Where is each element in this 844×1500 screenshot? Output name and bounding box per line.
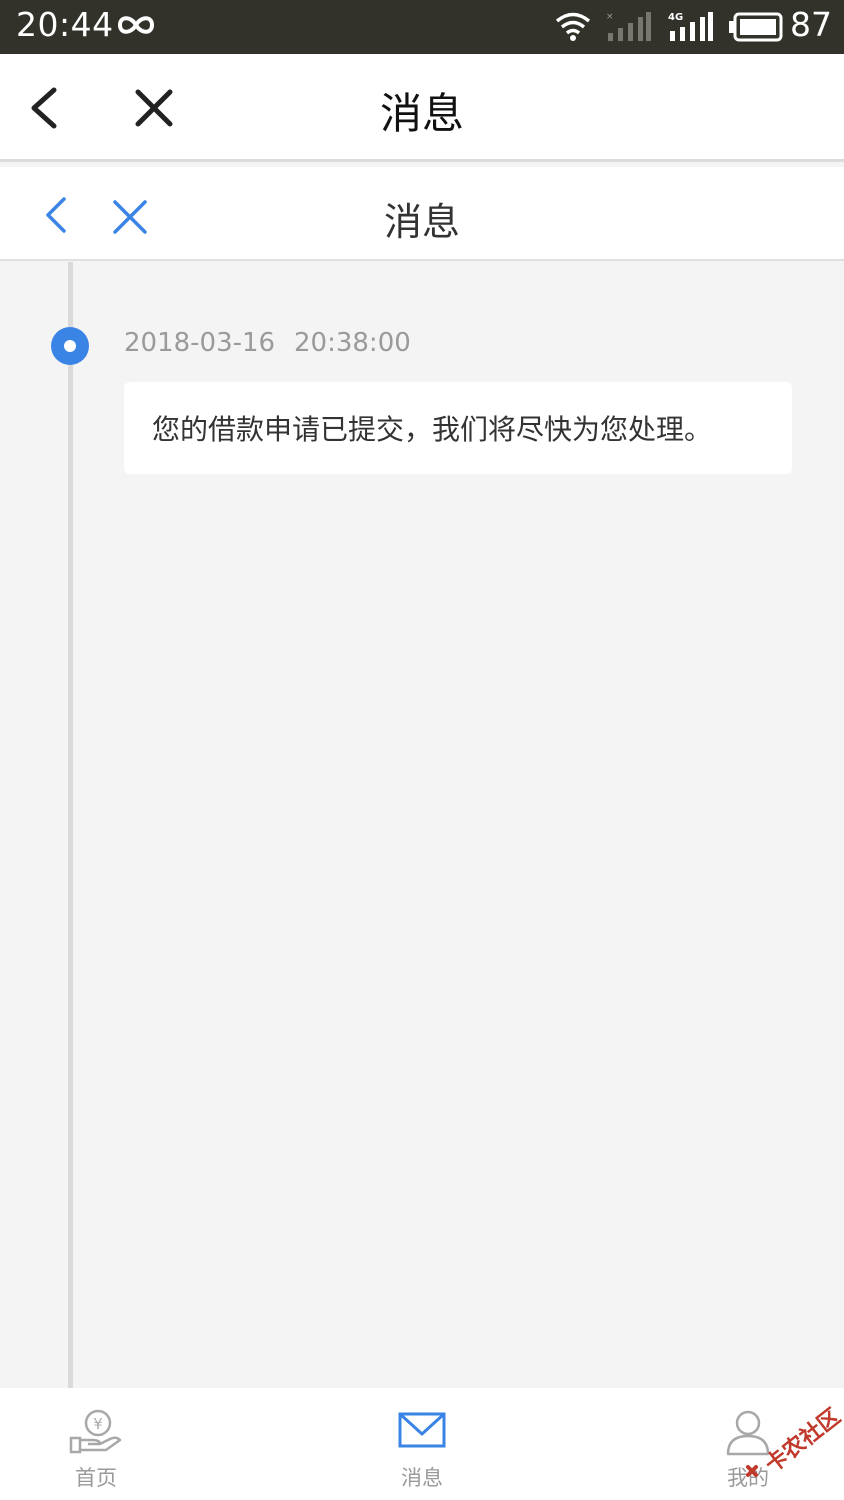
- tab-messages[interactable]: 消息: [362, 1388, 482, 1500]
- timeline-dot-icon: [51, 327, 89, 365]
- outer-nav-bar: 消息: [0, 54, 844, 162]
- tab-home[interactable]: ¥ 首页: [36, 1388, 156, 1500]
- wifi-icon: [555, 12, 591, 41]
- envelope-icon: [398, 1412, 446, 1448]
- message-time: 20:38:00: [294, 328, 411, 358]
- battery-icon: [729, 12, 783, 42]
- status-time: 20:44: [16, 5, 114, 44]
- message-card[interactable]: 您的借款申请已提交，我们将尽快为您处理。: [124, 382, 792, 474]
- infinity-icon: [117, 16, 155, 34]
- tab-messages-label: 消息: [401, 1466, 443, 1490]
- tab-home-label: 首页: [75, 1466, 117, 1490]
- signal-sim1-empty-icon: ×: [606, 12, 651, 41]
- bottom-tab-bar: ¥ 首页 消息 我的: [0, 1388, 844, 1500]
- home-yuan-hand-icon: ¥: [69, 1409, 122, 1454]
- message-date: 2018-03-16: [124, 328, 276, 358]
- watermark-logo: 卡农社区: [746, 1405, 842, 1478]
- page-title: 消息: [379, 89, 464, 138]
- timeline-line: [68, 262, 73, 1388]
- message-text: 您的借款申请已提交，我们将尽快为您处理。: [152, 413, 713, 446]
- svg-text:卡农社区: 卡农社区: [760, 1405, 842, 1478]
- inner-page-title: 消息: [383, 200, 460, 244]
- svg-text:4G: 4G: [668, 12, 683, 23]
- inner-nav-bar: 消息: [0, 167, 844, 261]
- battery-percent: 87: [790, 5, 832, 44]
- svg-text:¥: ¥: [93, 1415, 103, 1433]
- status-bar: 20:44 × 4G 87: [0, 0, 844, 54]
- signal-4g-icon: 4G: [668, 12, 713, 41]
- svg-text:×: ×: [606, 12, 614, 22]
